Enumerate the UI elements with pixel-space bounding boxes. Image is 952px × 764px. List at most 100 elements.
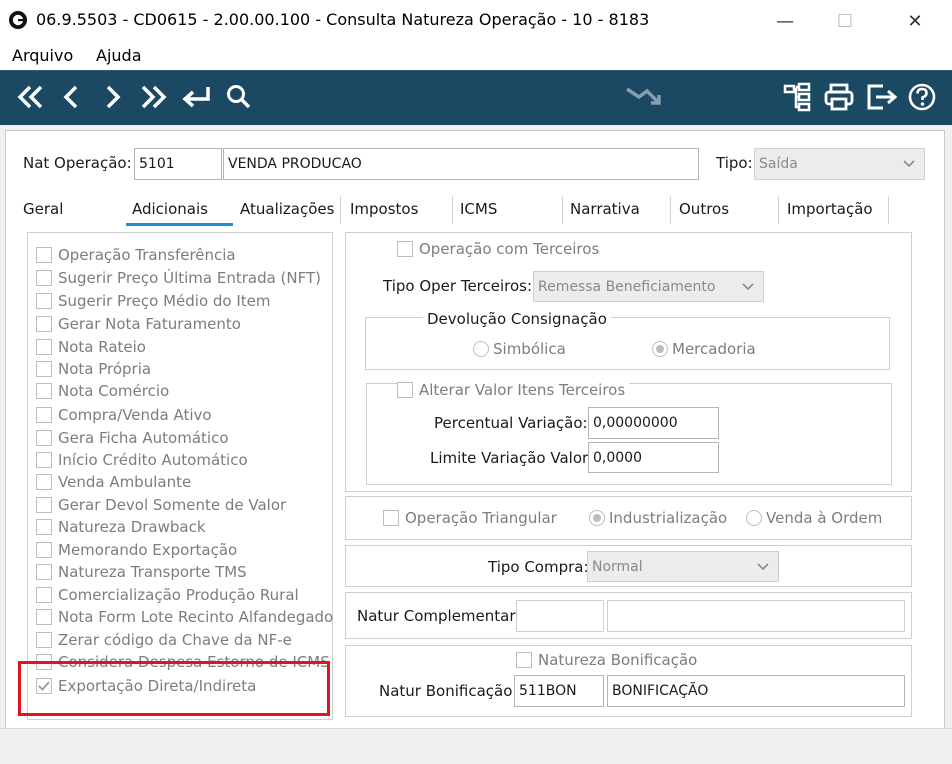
left-option-checkbox[interactable] — [36, 609, 52, 625]
natur-complementar-code-field[interactable] — [516, 600, 604, 632]
tab-adicionais[interactable]: Adicionais — [132, 200, 208, 218]
nat-code-field[interactable]: 5101 — [134, 148, 222, 180]
previous-record-icon[interactable] — [58, 79, 84, 115]
left-option-7[interactable]: Compra/Venda Ativo — [36, 404, 212, 426]
tab-geral[interactable]: Geral — [23, 200, 63, 218]
left-option-9[interactable]: Início Crédito Automático — [36, 449, 248, 471]
radio-industrializacao-button[interactable] — [589, 510, 605, 526]
left-option-checkbox[interactable] — [36, 497, 52, 513]
left-option-16[interactable]: Nota Form Lote Recinto Alfandegado — [36, 606, 333, 628]
nat-desc-field[interactable]: VENDA PRODUCAO — [223, 148, 699, 180]
print-icon[interactable] — [822, 79, 856, 115]
op-terceiros-checkbox[interactable] — [397, 241, 413, 257]
alterar-valor-check[interactable]: Alterar Valor Itens Terceiros — [397, 381, 630, 399]
left-option-label: Nota Própria — [58, 360, 152, 378]
radio-mercadoria-button[interactable] — [652, 341, 668, 357]
radio-simbolica-label: Simbólica — [493, 340, 566, 358]
left-option-checkbox[interactable] — [36, 247, 52, 263]
radio-simbolica-button[interactable] — [473, 341, 489, 357]
left-option-14[interactable]: Natureza Transporte TMS — [36, 561, 247, 583]
trend-down-icon[interactable] — [624, 79, 668, 115]
left-option-17[interactable]: Zerar código da Chave da NF-e — [36, 629, 292, 651]
close-button[interactable]: ✕ — [892, 0, 938, 42]
tab-separator — [778, 196, 779, 224]
tab-narrativa[interactable]: Narrativa — [570, 200, 640, 218]
chevron-down-icon — [757, 562, 769, 570]
menu-ajuda[interactable]: Ajuda — [96, 46, 142, 65]
op-triangular-checkbox[interactable] — [383, 510, 399, 526]
left-option-15[interactable]: Comercialização Produção Rural — [36, 584, 299, 606]
left-option-6[interactable]: Nota Comércio — [36, 380, 169, 402]
left-option-checkbox[interactable] — [36, 474, 52, 490]
op-terceiros-check[interactable]: Operação com Terceiros — [397, 240, 604, 258]
left-option-12[interactable]: Natureza Drawback — [36, 516, 206, 538]
left-option-2[interactable]: Sugerir Preço Médio do Item — [36, 290, 271, 312]
tab-impostos[interactable]: Impostos — [350, 200, 418, 218]
left-option-10[interactable]: Venda Ambulante — [36, 471, 191, 493]
help-icon[interactable] — [904, 79, 940, 115]
return-icon[interactable] — [178, 79, 214, 115]
first-record-icon[interactable] — [12, 79, 48, 115]
tipo-oper-terceiros-select[interactable]: Remessa Beneficiamento — [533, 271, 764, 302]
natur-bonificacao-code-field[interactable]: 511BON — [514, 675, 604, 707]
left-option-3[interactable]: Gerar Nota Faturamento — [36, 313, 241, 335]
tab-icms[interactable]: ICMS — [460, 200, 497, 218]
left-option-8[interactable]: Gera Ficha Automático — [36, 427, 229, 449]
left-option-13[interactable]: Memorando Exportação — [36, 539, 237, 561]
left-option-checkbox[interactable] — [36, 293, 52, 309]
tipo-select-value: Saída — [759, 156, 798, 172]
next-record-icon[interactable] — [100, 79, 126, 115]
left-option-4[interactable]: Nota Rateio — [36, 336, 146, 358]
left-option-label: Nota Comércio — [58, 382, 170, 400]
radio-mercadoria[interactable]: Mercadoria — [652, 340, 756, 358]
tipo-compra-select[interactable]: Normal — [587, 551, 779, 582]
radio-industrializacao[interactable]: Industrialização — [589, 509, 727, 527]
last-record-icon[interactable] — [136, 79, 172, 115]
natur-complementar-label: Natur Complementar: — [357, 607, 521, 625]
left-option-checkbox[interactable] — [36, 407, 52, 423]
left-option-1[interactable]: Sugerir Preço Última Entrada (NFT) — [36, 267, 321, 289]
minimize-button[interactable]: — — [762, 0, 808, 42]
natureza-bonificacao-check[interactable]: Natureza Bonificação — [516, 651, 697, 669]
tree-structure-icon[interactable] — [782, 79, 812, 115]
left-option-checkbox[interactable] — [36, 632, 52, 648]
active-tab-indicator — [126, 223, 233, 226]
natur-complementar-desc-field[interactable] — [607, 600, 905, 632]
left-option-5[interactable]: Nota Própria — [36, 358, 151, 380]
left-option-checkbox[interactable] — [36, 542, 52, 558]
chevron-down-icon — [903, 160, 915, 168]
percentual-variacao-label: Percentual Variação: — [434, 414, 588, 432]
left-option-11[interactable]: Gerar Devol Somente de Valor — [36, 494, 286, 516]
left-option-checkbox[interactable] — [36, 316, 52, 332]
left-option-checkbox[interactable] — [36, 519, 52, 535]
natur-bonificacao-label: Natur Bonificação: — [379, 682, 518, 700]
left-option-checkbox[interactable] — [36, 339, 52, 355]
left-option-0[interactable]: Operação Transferência — [36, 244, 236, 266]
left-option-checkbox[interactable] — [36, 361, 52, 377]
radio-simbolica[interactable]: Simbólica — [473, 340, 566, 358]
tipo-oper-terceiros-value: Remessa Beneficiamento — [538, 278, 716, 295]
natureza-bonificacao-checkbox[interactable] — [516, 652, 532, 668]
radio-venda-ordem-button[interactable] — [746, 510, 762, 526]
left-option-checkbox[interactable] — [36, 587, 52, 603]
left-option-checkbox[interactable] — [36, 270, 52, 286]
radio-venda-ordem[interactable]: Venda à Ordem — [746, 509, 882, 527]
search-icon[interactable] — [222, 79, 254, 115]
tab-outros[interactable]: Outros — [679, 200, 729, 218]
menu-arquivo[interactable]: Arquivo — [12, 46, 73, 65]
left-option-checkbox[interactable] — [36, 430, 52, 446]
alterar-valor-checkbox[interactable] — [397, 382, 413, 398]
maximize-button[interactable]: ☐ — [822, 0, 868, 42]
left-option-label: Venda Ambulante — [58, 473, 192, 491]
tab-atualizacoes[interactable]: Atualizações — [240, 200, 334, 218]
left-option-checkbox[interactable] — [36, 564, 52, 580]
limite-variacao-field[interactable]: 0,0000 — [588, 442, 719, 473]
exit-icon[interactable] — [864, 79, 900, 115]
left-option-checkbox[interactable] — [36, 383, 52, 399]
left-option-checkbox[interactable] — [36, 452, 52, 468]
tipo-select[interactable]: Saída — [754, 148, 925, 180]
natur-bonificacao-desc-field[interactable]: BONIFICAÇÃO — [607, 675, 905, 707]
tab-importacao[interactable]: Importação — [787, 200, 873, 218]
percentual-variacao-field[interactable]: 0,00000000 — [588, 407, 719, 439]
op-triangular-check[interactable]: Operação Triangular — [383, 509, 557, 527]
